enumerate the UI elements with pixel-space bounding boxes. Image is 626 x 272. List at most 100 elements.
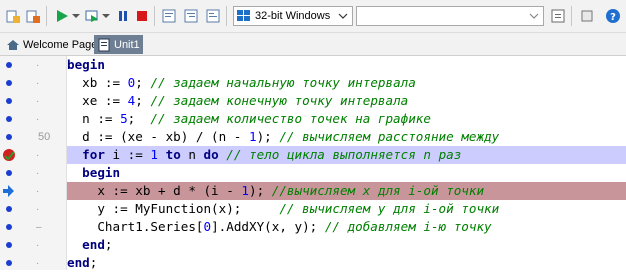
run-dropdown-chevron-icon[interactable]: [71, 6, 81, 26]
code-line[interactable]: begin: [67, 56, 626, 74]
code-token: // тело цикла выполняется n раз: [226, 147, 462, 162]
code-line[interactable]: begin: [67, 164, 626, 182]
code-line[interactable]: Chart1.Series[0].AddXY(x, y); // добавля…: [67, 218, 626, 236]
gutter-tick: ·: [36, 96, 40, 107]
gutter-line[interactable]: ·: [0, 236, 66, 254]
code-token: );: [256, 129, 280, 144]
code-token: y := MyFunction(x);: [67, 201, 280, 216]
code-line[interactable]: n := 5; // задаем количество точек на гр…: [67, 110, 626, 128]
gutter-line[interactable]: –: [0, 218, 66, 236]
line-marker-icon: [6, 206, 12, 212]
execution-point-line[interactable]: x := xb + d * (i - 1); //вычисляем x для…: [67, 182, 626, 200]
code-token: 0: [203, 219, 212, 234]
code-line[interactable]: y := MyFunction(x); // вычисляем y для i…: [67, 200, 626, 218]
gutter-line[interactable]: ·: [0, 182, 66, 200]
code-token: // задаем конечную точку интервала: [150, 93, 409, 108]
build-configuration-select[interactable]: [356, 6, 544, 26]
code-token: ;: [135, 75, 151, 90]
toolbar-divider: [571, 6, 572, 26]
tab-unit1[interactable]: Unit1: [94, 35, 143, 54]
line-marker-icon: [6, 116, 12, 122]
configuration-manager-icon[interactable]: [549, 6, 567, 26]
gutter-line[interactable]: ·: [0, 92, 66, 110]
editor-gutter[interactable]: · · · · 50 · · · · – · ·: [0, 56, 67, 270]
code-line[interactable]: end;: [67, 254, 626, 272]
code-token: // вычисляем расстояние между: [279, 129, 500, 144]
step-over-icon[interactable]: [160, 6, 178, 26]
code-editor[interactable]: begin xb := 0; // задаем начальную точку…: [67, 56, 626, 270]
code-token: 5: [120, 111, 128, 126]
gutter-tick: ·: [36, 240, 40, 251]
code-token: ;: [104, 237, 113, 252]
chevron-down-icon: [529, 13, 539, 19]
toolbar-divider: [154, 6, 155, 26]
breakpoint-icon[interactable]: [2, 148, 16, 162]
breakpoint-line[interactable]: for i := 1 to n do // тело цикла выполня…: [67, 146, 626, 164]
code-token: ;: [89, 255, 98, 270]
gutter-tick: ·: [36, 60, 40, 71]
code-line[interactable]: end;: [67, 236, 626, 254]
code-token: n :=: [67, 111, 121, 126]
gutter-line[interactable]: ·: [0, 200, 66, 218]
code-token: end: [82, 237, 105, 252]
svg-text:?: ?: [610, 12, 616, 23]
line-marker-icon: [6, 134, 12, 140]
code-token: 1: [248, 129, 257, 144]
code-token: 1: [241, 183, 249, 198]
gutter-line[interactable]: ·: [0, 110, 66, 128]
options-icon[interactable]: [578, 6, 596, 26]
code-token: n: [180, 147, 204, 162]
run-options-chevron-icon[interactable]: [101, 6, 111, 26]
line-marker-icon: [6, 62, 12, 68]
code-token: // добавляем i-ю точку: [324, 219, 492, 234]
code-token: xb :=: [67, 75, 128, 90]
trace-into-icon[interactable]: [182, 6, 200, 26]
new-items-icon[interactable]: [4, 6, 22, 26]
gutter-line[interactable]: ·: [0, 254, 66, 272]
gutter-line[interactable]: ·: [0, 164, 66, 182]
editor-tab-bar: Welcome Page Unit1: [0, 33, 626, 56]
code-token: ;: [135, 93, 151, 108]
help-icon[interactable]: ?: [604, 6, 622, 26]
stop-icon[interactable]: [134, 6, 150, 26]
line-marker-icon: [6, 98, 12, 104]
line-number: 50: [38, 131, 51, 143]
gutter-tick: ·: [36, 114, 40, 125]
code-line[interactable]: d := (xe - xb) / (n - 1); // вычисляем р…: [67, 128, 626, 146]
code-token: begin: [82, 165, 121, 180]
execution-point-arrow-icon: [3, 185, 14, 197]
tab-label: Welcome Page: [23, 38, 98, 51]
code-token: 1: [150, 147, 159, 162]
gutter-line[interactable]: ·: [0, 74, 66, 92]
code-token: //вычисляем x для i-ой точки: [271, 183, 485, 198]
target-platform-select[interactable]: 32-bit Windows: [233, 6, 353, 26]
pause-icon[interactable]: [115, 6, 131, 26]
code-line[interactable]: xb := 0; // задаем начальную точку интер…: [67, 74, 626, 92]
code-token: do: [203, 147, 219, 162]
gutter-line[interactable]: ·: [0, 146, 66, 164]
line-marker-icon: [6, 260, 12, 266]
toolbar-divider: [226, 6, 227, 26]
line-marker-icon: [6, 170, 12, 176]
gutter-line[interactable]: 50: [0, 128, 66, 146]
chevron-down-icon: [338, 13, 348, 19]
tab-welcome-page[interactable]: Welcome Page: [6, 35, 97, 54]
toolbar: 32-bit Windows ?: [0, 0, 626, 33]
gutter-tick: ·: [36, 150, 40, 161]
add-file-icon[interactable]: [24, 6, 42, 26]
code-token: begin: [67, 57, 105, 72]
code-token: // вычисляем y для i-ой точки: [279, 201, 500, 216]
run-icon[interactable]: [54, 6, 70, 26]
gutter-tick: ·: [36, 168, 40, 179]
code-line[interactable]: xe := 4; // задаем конечную точку интерв…: [67, 92, 626, 110]
run-without-debugging-icon[interactable]: [84, 6, 100, 26]
gutter-tick: ·: [36, 204, 40, 215]
home-icon: [7, 39, 19, 50]
run-to-cursor-icon[interactable]: [204, 6, 222, 26]
code-token: d := (xe - xb) / (n -: [67, 129, 249, 144]
gutter-line[interactable]: ·: [0, 56, 66, 74]
